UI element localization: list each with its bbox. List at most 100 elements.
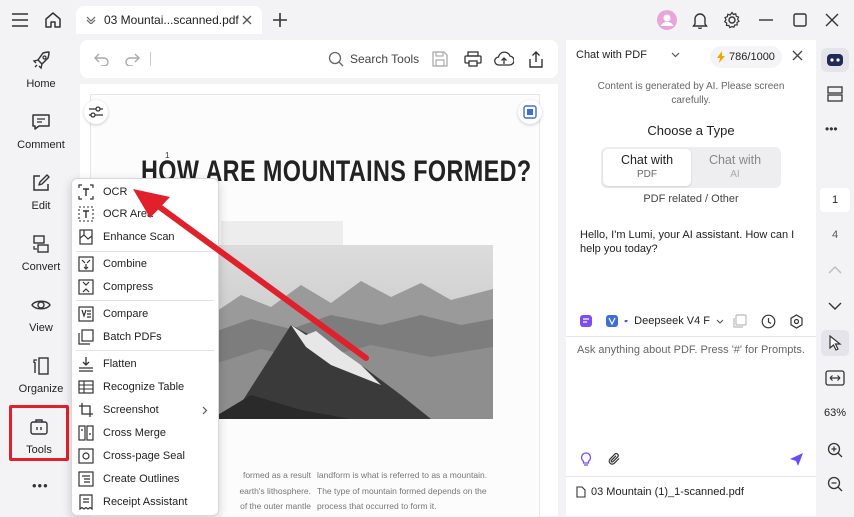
- cross-merge-icon: [77, 425, 95, 441]
- menu-item-create-outlines[interactable]: Create Outlines: [72, 468, 218, 490]
- menu-item-flatten[interactable]: Flatten: [72, 353, 218, 375]
- rail-item-edit[interactable]: Edit: [10, 168, 72, 224]
- redo-icon[interactable]: [122, 49, 142, 69]
- menu-item-combine[interactable]: Combine: [72, 253, 218, 275]
- chat-panel: Chat with PDF 786/1000 Content is genera…: [566, 40, 816, 516]
- type-chat-with-ai[interactable]: Chat with AI: [691, 149, 779, 186]
- lumi-ai-icon[interactable]: [821, 48, 849, 72]
- model-selector[interactable]: Deepseek V4 F: [624, 310, 724, 332]
- filter-settings-icon[interactable]: [84, 100, 108, 124]
- new-tab-icon[interactable]: [270, 10, 290, 30]
- rail-item-convert[interactable]: Convert: [10, 229, 72, 285]
- print-icon[interactable]: [463, 49, 483, 69]
- total-pages: 4: [831, 229, 839, 241]
- menu-item-ocr-area[interactable]: OCR Area: [72, 203, 218, 225]
- organize-icon: [33, 357, 49, 375]
- fit-page-icon[interactable]: [518, 100, 542, 124]
- menu-item-screenshot[interactable]: Screenshot: [72, 399, 218, 421]
- image-shadow: [221, 221, 343, 246]
- compress-icon: [77, 279, 95, 295]
- rail-item-tools[interactable]: Tools: [9, 405, 69, 461]
- undo-icon[interactable]: [92, 49, 112, 69]
- rail-more-icon[interactable]: •••: [32, 478, 49, 493]
- minimize-icon[interactable]: [756, 10, 776, 30]
- close-window-icon[interactable]: [822, 10, 842, 30]
- rail-item-view[interactable]: View: [10, 290, 72, 346]
- page-down-icon[interactable]: [825, 298, 845, 314]
- menu-item-compress[interactable]: Compress: [72, 276, 218, 298]
- batch-pdfs-icon: [77, 329, 95, 345]
- chat-mode-dropdown[interactable]: Chat with PDF: [576, 49, 680, 61]
- home-window-icon[interactable]: [42, 9, 64, 31]
- toolbar-divider: [150, 52, 151, 66]
- app-icon[interactable]: [578, 313, 594, 329]
- rail-item-organize[interactable]: Organize: [10, 351, 72, 407]
- close-chat-icon[interactable]: [790, 48, 804, 62]
- history-icon[interactable]: [760, 313, 776, 329]
- chat-divider: [566, 336, 816, 337]
- pdf-related-label: PDF related / Other: [643, 193, 739, 205]
- new-chat-icon[interactable]: [732, 313, 748, 329]
- right-rail-more-icon[interactable]: •••: [825, 122, 838, 136]
- share-icon[interactable]: [526, 49, 546, 69]
- table-icon: [77, 379, 95, 395]
- screenshot-icon: [77, 402, 95, 418]
- document-text-col1: formed as a result earth's lithosphere. …: [239, 470, 311, 511]
- panel-layout-icon[interactable]: [825, 84, 845, 104]
- lightbulb-icon[interactable]: [578, 451, 594, 467]
- zoom-out-icon[interactable]: [825, 474, 845, 494]
- search-icon: [328, 51, 344, 67]
- gear-icon[interactable]: [722, 10, 742, 30]
- receipt-icon: [77, 494, 95, 510]
- chat-input[interactable]: Ask anything about PDF. Press '#' for Pr…: [577, 344, 807, 356]
- send-icon[interactable]: [788, 451, 804, 467]
- attached-file[interactable]: 03 Mountain (1)_1-scanned.pdf: [576, 486, 744, 498]
- chevron-down-icon[interactable]: [86, 16, 98, 24]
- type-segmented-control: Chat with PDF Chat with AI: [601, 147, 781, 188]
- left-rail: Home Comment Edit Convert View Organize …: [0, 40, 80, 516]
- fit-width-icon[interactable]: [823, 368, 847, 388]
- eye-icon: [31, 300, 51, 310]
- avatar[interactable]: [656, 9, 678, 31]
- menu-item-compare[interactable]: Compare: [72, 303, 218, 325]
- page-up-icon[interactable]: [825, 262, 845, 278]
- credits-badge[interactable]: 786/1000: [710, 46, 782, 68]
- chevron-right-icon: [202, 406, 208, 415]
- zoom-level: 63%: [823, 407, 847, 419]
- ocr-area-icon: [77, 206, 95, 222]
- cloud-upload-icon[interactable]: [494, 49, 514, 69]
- right-rail: ••• 1 4 63%: [816, 40, 854, 516]
- settings-hex-icon[interactable]: [788, 313, 804, 329]
- zoom-in-icon[interactable]: [825, 440, 845, 460]
- ai-notice: Content is generated by AI. Please scree…: [597, 81, 785, 106]
- bell-icon[interactable]: [690, 10, 710, 30]
- rail-item-home[interactable]: Home: [10, 46, 72, 102]
- maximize-icon[interactable]: [790, 10, 810, 30]
- menu-separator: [76, 350, 214, 351]
- toolbox-icon: [30, 419, 48, 435]
- type-chat-with-pdf[interactable]: Chat with PDF: [603, 149, 691, 186]
- menu-item-cross-merge[interactable]: Cross Merge: [72, 422, 218, 444]
- close-tab-icon[interactable]: [242, 15, 252, 25]
- attach-icon[interactable]: [606, 451, 622, 467]
- document-text-col2: landform is what is referred to as a mou…: [317, 470, 488, 511]
- save-icon[interactable]: [430, 49, 450, 69]
- edit-icon: [33, 174, 50, 191]
- deepseek-icon: [624, 319, 628, 323]
- menu-item-enhance-scan[interactable]: Enhance Scan: [72, 226, 218, 248]
- rail-item-comment[interactable]: Comment: [10, 107, 72, 163]
- document-tab[interactable]: 03 Mountai...scanned.pdf: [76, 6, 262, 34]
- menu-item-ocr[interactable]: OCR: [72, 181, 218, 203]
- ocr-icon: [77, 184, 95, 200]
- current-page-input[interactable]: 1: [820, 188, 850, 212]
- translate-icon[interactable]: [604, 313, 620, 329]
- hamburger-menu-icon[interactable]: [10, 10, 30, 30]
- menu-item-recognize-table[interactable]: Recognize Table: [72, 376, 218, 398]
- select-cursor-icon[interactable]: [821, 330, 849, 356]
- menu-item-receipt-assistant[interactable]: Receipt Assistant: [72, 491, 218, 513]
- menu-item-cross-page-seal[interactable]: Cross-page Seal: [72, 445, 218, 467]
- mountain-photo: [211, 245, 493, 419]
- menu-item-batch-pdfs[interactable]: Batch PDFs: [72, 326, 218, 348]
- search-tools-button[interactable]: Search Tools: [328, 49, 419, 69]
- flatten-icon: [77, 356, 95, 372]
